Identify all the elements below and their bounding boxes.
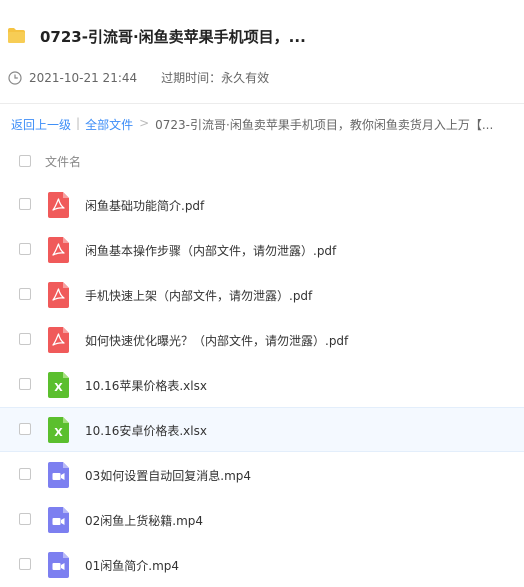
row-checkbox[interactable]: [19, 243, 31, 255]
file-row[interactable]: 闲鱼基本操作步骤（内部文件，请勿泄露）.pdf: [0, 227, 524, 272]
file-row[interactable]: 03如何设置自动回复消息.mp4: [0, 452, 524, 497]
share-meta: 2021-10-21 21:44 过期时间： 永久有效: [8, 69, 269, 86]
column-filename: 文件名: [45, 155, 82, 169]
file-name-link[interactable]: 手机快速上架（内部文件，请勿泄露）.pdf: [85, 287, 312, 304]
share-date: 2021-10-21 21:44: [29, 70, 138, 85]
svg-text:X: X: [54, 381, 63, 394]
file-name-link[interactable]: 如何快速优化曝光？（内部文件，请勿泄露）.pdf: [85, 332, 348, 349]
back-link[interactable]: 返回上一级: [11, 116, 71, 133]
file-name-link[interactable]: 02闲鱼上货秘籍.mp4: [85, 512, 203, 529]
pdf-file-icon: [48, 282, 69, 308]
pdf-file-icon: [48, 192, 69, 218]
row-checkbox[interactable]: [19, 198, 31, 210]
file-row[interactable]: 如何快速优化曝光？（内部文件，请勿泄露）.pdf: [0, 317, 524, 362]
file-name-link[interactable]: 闲鱼基本操作步骤（内部文件，请勿泄露）.pdf: [85, 242, 336, 259]
file-row[interactable]: 02闲鱼上货秘籍.mp4: [0, 497, 524, 542]
expire-label: 过期时间：: [161, 71, 222, 85]
expire-value: 永久有效: [221, 71, 270, 85]
file-row[interactable]: X 10.16安卓价格表.xlsx: [0, 407, 524, 452]
file-name-link[interactable]: 01闲鱼简介.mp4: [85, 557, 179, 574]
list-header: 文件名: [0, 140, 524, 182]
excel-file-icon: X: [48, 372, 69, 398]
row-checkbox[interactable]: [19, 288, 31, 300]
breadcrumb-chevron: >: [139, 116, 150, 130]
file-row[interactable]: 01闲鱼简介.mp4: [0, 542, 524, 587]
pdf-file-icon: [48, 237, 69, 263]
file-name-link[interactable]: 10.16安卓价格表.xlsx: [85, 422, 207, 439]
row-checkbox[interactable]: [19, 333, 31, 345]
svg-text:X: X: [54, 426, 63, 439]
share-header: 0723-引流哥·闲鱼卖苹果手机项目，... 2021-10-21 21:44 …: [0, 0, 524, 100]
breadcrumb-current: 0723-引流哥·闲鱼卖苹果手机项目，教你闲鱼卖货月入上万【...: [155, 118, 494, 132]
breadcrumb: 返回上一级 | 全部文件 > 0723-引流哥·闲鱼卖苹果手机项目，教你闲鱼卖货…: [11, 116, 493, 133]
video-file-icon: [48, 462, 69, 488]
video-file-icon: [48, 552, 69, 578]
row-checkbox[interactable]: [19, 558, 31, 570]
file-row[interactable]: 闲鱼基础功能简介.pdf: [0, 182, 524, 227]
excel-file-icon: X: [48, 417, 69, 443]
file-name-link[interactable]: 03如何设置自动回复消息.mp4: [85, 467, 251, 484]
file-name-link[interactable]: 10.16苹果价格表.xlsx: [85, 377, 207, 394]
folder-icon: [8, 28, 25, 43]
row-checkbox[interactable]: [19, 513, 31, 525]
file-name-link[interactable]: 闲鱼基础功能简介.pdf: [85, 197, 204, 214]
file-list: 文件名 闲鱼基础功能简介.pdf 闲鱼基本操作步骤（内部文件，请勿泄露）.pdf 手…: [0, 140, 524, 587]
pdf-file-icon: [48, 327, 69, 353]
file-row[interactable]: 手机快速上架（内部文件，请勿泄露）.pdf: [0, 272, 524, 317]
file-row[interactable]: X 10.16苹果价格表.xlsx: [0, 362, 524, 407]
breadcrumb-separator: |: [76, 116, 81, 130]
row-checkbox[interactable]: [19, 378, 31, 390]
row-checkbox[interactable]: [19, 468, 31, 480]
clock-icon: [8, 70, 22, 85]
row-checkbox[interactable]: [19, 423, 31, 435]
video-file-icon: [48, 507, 69, 533]
all-files-link[interactable]: 全部文件: [85, 116, 133, 133]
select-all-checkbox[interactable]: [19, 155, 31, 167]
page-title: 0723-引流哥·闲鱼卖苹果手机项目，...: [40, 28, 306, 46]
header-divider: [0, 103, 524, 104]
file-rows: 闲鱼基础功能简介.pdf 闲鱼基本操作步骤（内部文件，请勿泄露）.pdf 手机快速上…: [0, 182, 524, 587]
